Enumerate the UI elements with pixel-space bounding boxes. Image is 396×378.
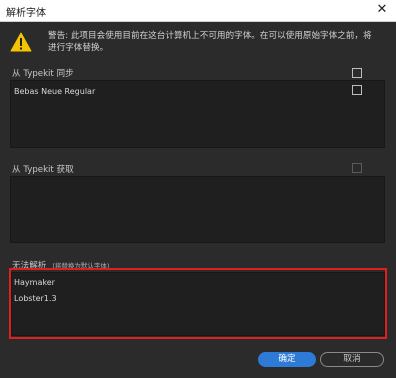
window-title: 解析字体: [6, 8, 46, 19]
typekit-sync-select-all-checkbox[interactable]: [352, 68, 362, 78]
section-label-typekit-get: 从 Typekit 获取: [12, 163, 74, 175]
typekit-get-label: 从 Typekit 获取: [12, 165, 74, 175]
section-label-typekit-sync: 从 Typekit 同步: [12, 67, 74, 79]
warning-triangle-icon: [10, 32, 32, 52]
typekit-sync-label: 从 Typekit 同步: [12, 69, 74, 79]
typekit-get-list: [10, 176, 385, 243]
close-icon[interactable]: ✕: [374, 1, 390, 19]
annotation-highlight-box: [9, 268, 387, 339]
typekit-sync-list: Bebas Neue Regular: [10, 80, 385, 148]
ok-button[interactable]: 确定: [258, 352, 316, 367]
font-item-bebas-neue-checkbox[interactable]: [352, 85, 362, 95]
font-item-bebas-neue: Bebas Neue Regular: [14, 87, 96, 96]
title-bar: 解析字体 ✕: [0, 0, 396, 22]
warning-message: 警告: 此项目会使用目前在这台计算机上不可用的字体。在可以使用原始字体之前，将进…: [48, 31, 372, 53]
typekit-get-select-all-checkbox[interactable]: [352, 163, 362, 173]
cancel-button[interactable]: 取消: [320, 352, 384, 367]
